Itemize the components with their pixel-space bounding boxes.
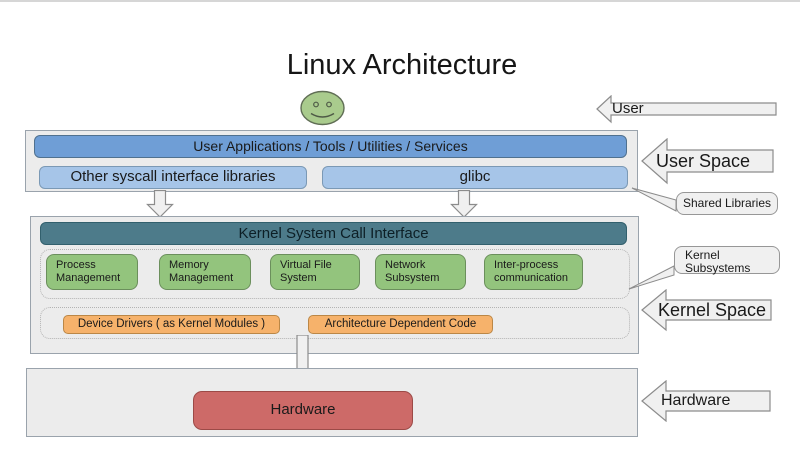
subsystem-box-process-management: Process Management — [46, 254, 138, 290]
other-syscall-libraries-box: Other syscall interface libraries — [39, 166, 307, 189]
hardware-arrow-label: Hardware — [661, 391, 769, 411]
subsystem-box-network-subsystem: Network Subsystem — [375, 254, 466, 290]
diagram-title: Linux Architecture — [250, 47, 554, 83]
user-applications-bar: User Applications / Tools / Utilities / … — [34, 135, 627, 158]
glibc-box: glibc — [322, 166, 628, 189]
linux-architecture-diagram: Linux Architecture User User Application… — [0, 0, 800, 452]
user-arrow-label: User — [612, 101, 692, 117]
smiley-icon — [299, 90, 347, 127]
subsystem-box-inter-process-communication: Inter-process communication — [484, 254, 583, 290]
kernel-subsystems-callout-pointer — [626, 262, 678, 292]
top-border-strip — [0, 0, 800, 2]
kernel-subsystems-callout: Kernel Subsystems — [674, 246, 780, 274]
module-box-architecture-dependent-code: Architecture Dependent Code — [308, 315, 493, 334]
shared-libraries-callout-pointer — [628, 184, 680, 216]
kernel-space-arrow-label: Kernel Space — [658, 300, 770, 320]
user-space-arrow-label: User Space — [656, 151, 771, 172]
down-arrow-icon — [450, 190, 478, 218]
subsystem-box-virtual-file-system: Virtual File System — [270, 254, 360, 290]
hardware-box: Hardware — [193, 391, 413, 430]
down-arrow-icon — [146, 190, 174, 218]
kernel-syscall-interface-bar: Kernel System Call Interface — [40, 222, 627, 245]
shared-libraries-callout: Shared Libraries — [676, 192, 778, 215]
module-box-device-drivers: Device Drivers ( as Kernel Modules ) — [63, 315, 280, 334]
subsystem-box-memory-management: Memory Management — [159, 254, 251, 290]
